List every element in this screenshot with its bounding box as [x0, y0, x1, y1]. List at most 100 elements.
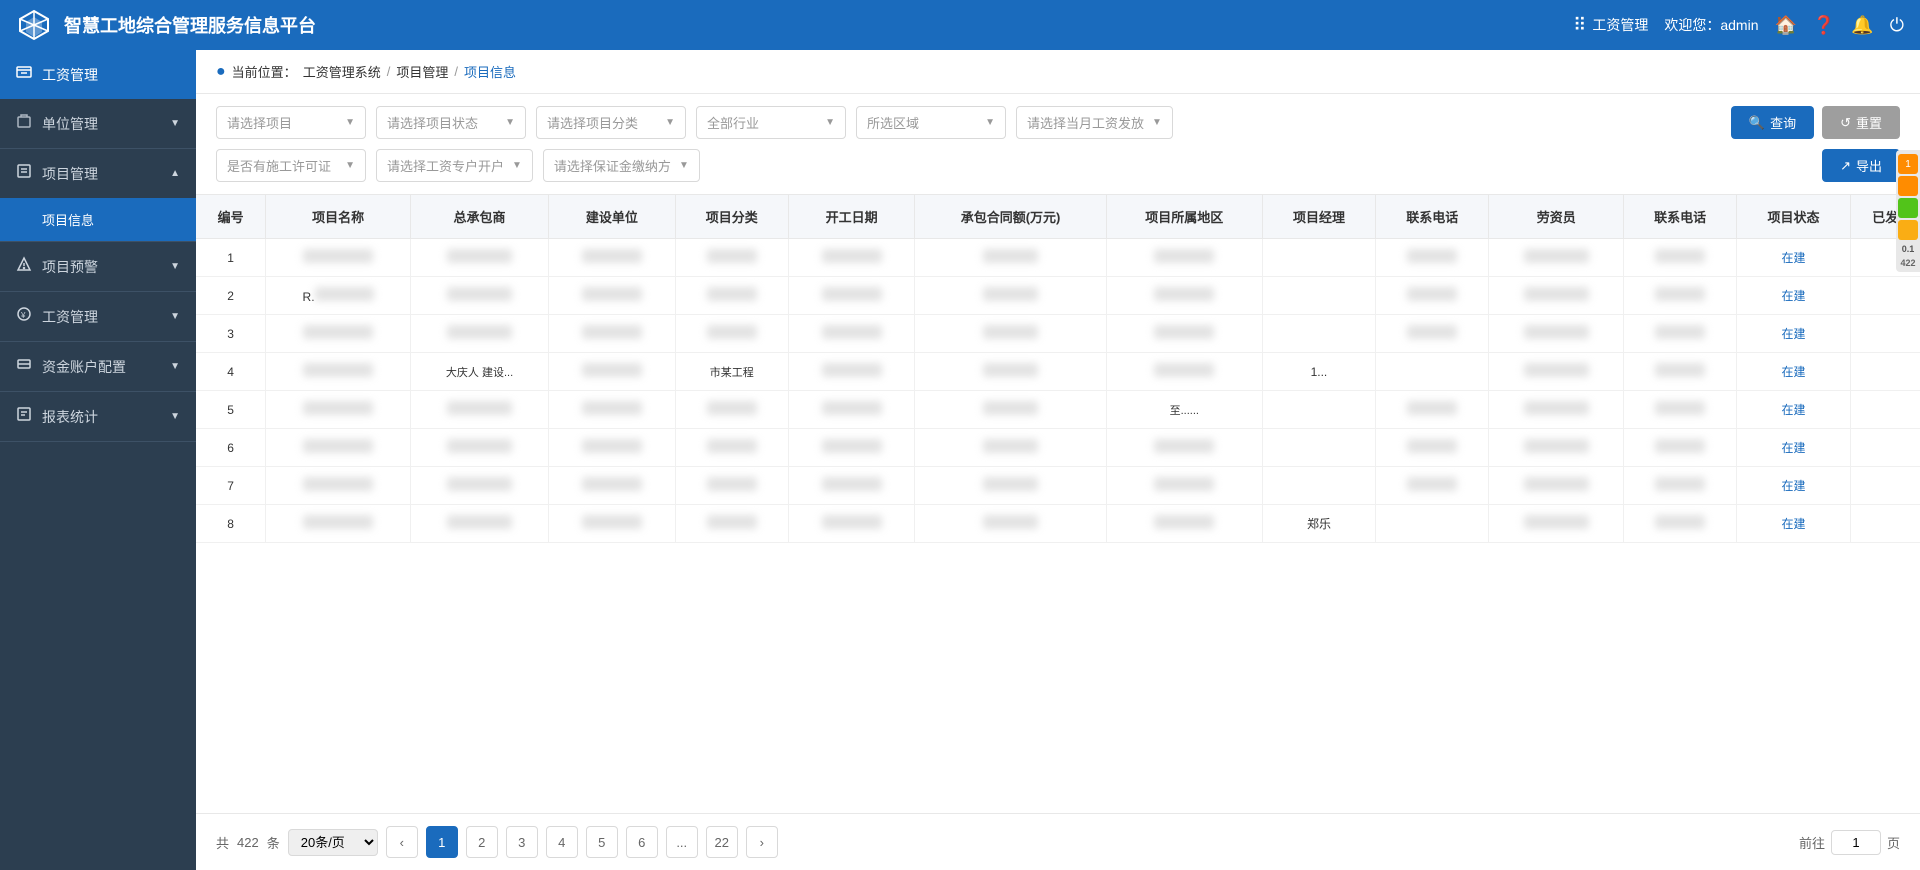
select-status[interactable]: 请选择项目状态 ▼ — [376, 106, 526, 139]
cell-blurred — [1489, 315, 1624, 353]
select-deposit[interactable]: 请选择保证金缴纳方 ▼ — [543, 149, 700, 182]
power-icon[interactable]: ⏻ — [1890, 15, 1904, 36]
query-button[interactable]: 🔍 查询 — [1731, 106, 1814, 139]
sidebar-item-project[interactable]: 项目管理 ▲ — [0, 149, 196, 198]
content-area: ● 当前位置： 工资管理系统 / 项目管理 / 项目信息 请选择项目 ▼ 请选择… — [196, 50, 1920, 870]
col-header-id: 编号 — [196, 195, 266, 239]
cell-status: 在建 — [1737, 353, 1850, 391]
select-region[interactable]: 所选区域 ▼ — [856, 106, 1006, 139]
chevron-down-icon-9: ▼ — [679, 160, 689, 171]
cell-empty — [1850, 429, 1920, 467]
notification-icon[interactable]: 🔔 — [1851, 15, 1873, 36]
col-header-builder: 建设单位 — [549, 195, 675, 239]
app-title: 智慧工地综合管理服务信息平台 — [64, 12, 316, 38]
sidebar-item-wages-top[interactable]: 工资管理 — [0, 50, 196, 99]
next-page-btn[interactable]: › — [746, 826, 778, 858]
table-row: 3在建 — [196, 315, 1920, 353]
salary-icon: ¥ — [16, 306, 32, 327]
reset-label: 重置 — [1856, 113, 1882, 132]
cell-blurred — [915, 429, 1107, 467]
page-btn-6[interactable]: 6 — [626, 826, 658, 858]
sidebar-section-unit: 单位管理 ▼ — [0, 99, 196, 149]
cell-blurred — [266, 505, 411, 543]
cell-empty — [1850, 277, 1920, 315]
cell-id: 8 — [196, 505, 266, 543]
sidebar-item-account[interactable]: 资金账户配置 ▼ — [0, 342, 196, 391]
filter-row-1: 请选择项目 ▼ 请选择项目状态 ▼ 请选择项目分类 ▼ 全部行业 ▼ 所选区域 — [216, 106, 1900, 139]
cell-blurred — [266, 391, 411, 429]
page-btn-5[interactable]: 5 — [586, 826, 618, 858]
select-status-label: 请选择项目状态 — [387, 113, 478, 132]
page-btn-2[interactable]: 2 — [466, 826, 498, 858]
float-badge[interactable]: 1 — [1898, 154, 1918, 174]
cell-blurred — [788, 353, 914, 391]
prev-page-btn[interactable]: ‹ — [386, 826, 418, 858]
select-project-label: 请选择项目 — [227, 113, 292, 132]
help-icon[interactable]: ❓ — [1813, 15, 1835, 36]
page-btn-1[interactable]: 1 — [426, 826, 458, 858]
col-header-labor: 劳资员 — [1489, 195, 1624, 239]
select-account[interactable]: 请选择工资专户开户 ▼ — [376, 149, 533, 182]
cell-blurred — [675, 467, 788, 505]
cell-blurred — [410, 429, 548, 467]
sidebar-item-warning[interactable]: 项目预警 ▼ — [0, 242, 196, 291]
cell-blurred — [915, 315, 1107, 353]
cell-category: 市某工程 — [675, 353, 788, 391]
cell-empty — [1850, 353, 1920, 391]
sidebar-section-account: 资金账户配置 ▼ — [0, 342, 196, 392]
table-row: 7在建 — [196, 467, 1920, 505]
cell-id: 6 — [196, 429, 266, 467]
float-item-2[interactable] — [1898, 198, 1918, 218]
header-left: 智慧工地综合管理服务信息平台 — [16, 7, 316, 43]
page-btn-22[interactable]: 22 — [706, 826, 738, 858]
sidebar-item-project-info[interactable]: 项目信息 — [0, 198, 196, 241]
filter-area: 请选择项目 ▼ 请选择项目状态 ▼ 请选择项目分类 ▼ 全部行业 ▼ 所选区域 — [196, 94, 1920, 195]
col-header-contractor: 总承包商 — [410, 195, 548, 239]
page-btn-4[interactable]: 4 — [546, 826, 578, 858]
cell-blurred — [549, 467, 675, 505]
search-icon: 🔍 — [1749, 115, 1765, 131]
table-row: 1在建 — [196, 239, 1920, 277]
select-salary-label: 请选择当月工资发放 — [1027, 113, 1144, 132]
reset-button[interactable]: ↺ 重置 — [1822, 106, 1900, 139]
cell-blurred — [549, 505, 675, 543]
chevron-down-icon-5: ▼ — [985, 117, 995, 128]
col-header-pm-phone: 联系电话 — [1376, 195, 1489, 239]
sidebar-item-report[interactable]: 报表统计 ▼ — [0, 392, 196, 441]
sidebar-item-salary[interactable]: ¥ 工资管理 ▼ — [0, 292, 196, 341]
float-item-1[interactable] — [1898, 176, 1918, 196]
cell-blurred — [1489, 505, 1624, 543]
jump-input[interactable] — [1831, 830, 1881, 855]
cell-pm: 1... — [1262, 353, 1375, 391]
cell-blurred — [1376, 277, 1489, 315]
cell-blurred — [549, 353, 675, 391]
cell-empty — [1262, 315, 1375, 353]
page-size-select[interactable]: 20条/页 50条/页 100条/页 — [288, 829, 378, 856]
select-category[interactable]: 请选择项目分类 ▼ — [536, 106, 686, 139]
cell-blurred — [410, 505, 548, 543]
cell-blurred — [1106, 429, 1262, 467]
select-permit[interactable]: 是否有施工许可证 ▼ — [216, 149, 366, 182]
sidebar-item-unit[interactable]: 单位管理 ▼ — [0, 99, 196, 148]
breadcrumb-sep-2: / — [454, 64, 458, 79]
cell-id: 7 — [196, 467, 266, 505]
select-project[interactable]: 请选择项目 ▼ — [216, 106, 366, 139]
cell-empty — [1376, 505, 1489, 543]
jump-prefix: 前往 — [1799, 833, 1825, 852]
export-button[interactable]: ↗ 导出 — [1822, 149, 1900, 182]
select-industry[interactable]: 全部行业 ▼ — [696, 106, 846, 139]
cell-blurred — [1376, 239, 1489, 277]
sidebar-unit-label: 单位管理 — [42, 114, 98, 134]
module-switcher[interactable]: ⠿ 工资管理 — [1573, 15, 1648, 36]
total-prefix: 共 — [216, 833, 229, 852]
table-row: 2R.在建 — [196, 277, 1920, 315]
float-item-3[interactable] — [1898, 220, 1918, 240]
cell-blurred — [788, 467, 914, 505]
select-salary-month[interactable]: 请选择当月工资发放 ▼ — [1016, 106, 1173, 139]
cell-blurred — [788, 239, 914, 277]
home-icon[interactable]: 🏠 — [1774, 15, 1796, 36]
cell-blurred — [788, 429, 914, 467]
project-icon — [16, 163, 32, 184]
page-btn-3[interactable]: 3 — [506, 826, 538, 858]
cell-blurred — [788, 277, 914, 315]
